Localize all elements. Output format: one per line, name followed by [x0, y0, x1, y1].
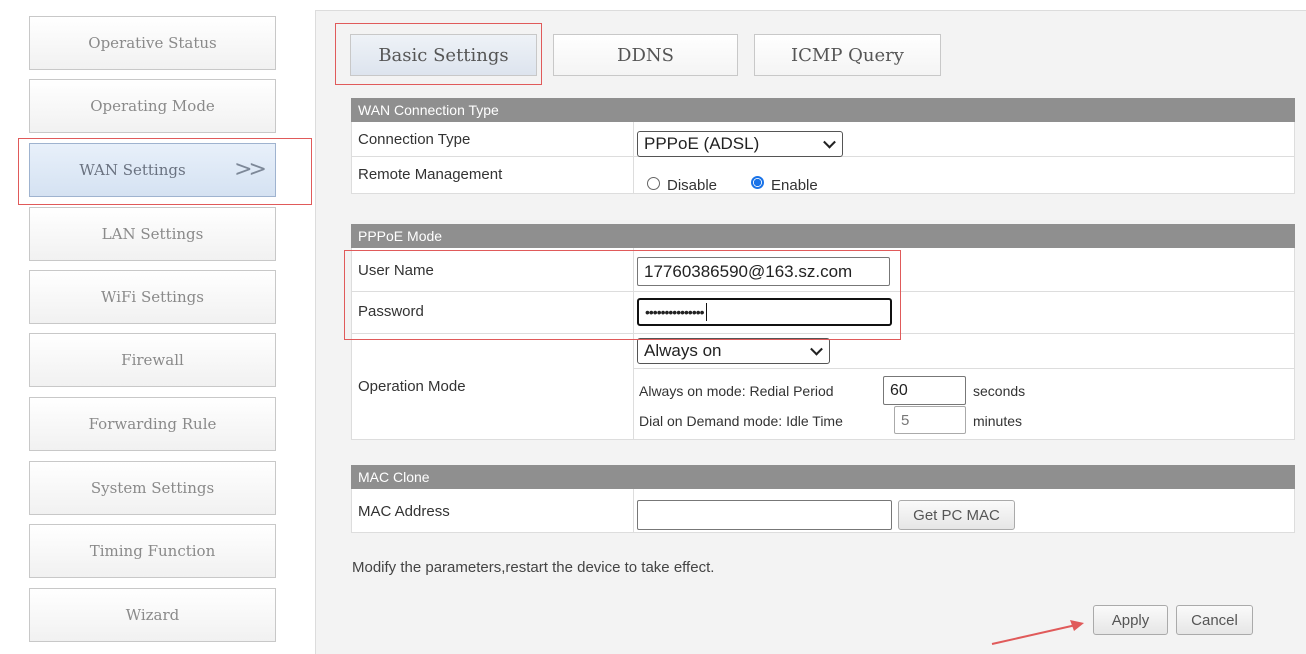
sidebar-item-timing-function[interactable]: Timing Function — [29, 524, 276, 578]
row-divider — [634, 368, 1294, 369]
sidebar-item-forwarding-rule[interactable]: Forwarding Rule — [29, 397, 276, 451]
sidebar-item-lan-settings[interactable]: LAN Settings — [29, 207, 276, 261]
sidebar-item-wifi-settings[interactable]: WiFi Settings — [29, 270, 276, 324]
tab-label: DDNS — [617, 44, 674, 66]
redial-period-label: Always on mode: Redial Period — [639, 383, 834, 399]
annotation-arrow-icon — [991, 620, 1084, 645]
section-header-wan-connection-type: WAN Connection Type — [351, 98, 1295, 122]
user-name-label: User Name — [358, 262, 434, 279]
connection-type-label: Connection Type — [358, 131, 471, 148]
password-value: ••••••••••••••• — [645, 304, 705, 320]
mac-address-input[interactable] — [637, 500, 892, 530]
remote-management-enable-label: Enable — [771, 177, 818, 194]
column-divider — [633, 489, 634, 532]
user-name-input[interactable]: 17760386590@163.sz.com — [637, 257, 890, 286]
sidebar-item-label: Wizard — [125, 606, 180, 624]
redial-period-unit: seconds — [973, 383, 1026, 399]
section-header-pppoe-mode: PPPoE Mode — [351, 224, 1295, 248]
chevron-down-icon — [823, 135, 836, 149]
sidebar-item-label: LAN Settings — [101, 225, 204, 243]
apply-button[interactable]: Apply — [1093, 605, 1168, 635]
idle-time-value: 5 — [901, 411, 910, 429]
double-chevron-right-icon: >> — [234, 157, 267, 182]
password-input[interactable]: ••••••••••••••• — [637, 298, 892, 326]
column-divider — [633, 122, 634, 156]
sidebar-item-label: WAN Settings — [79, 161, 186, 179]
operation-mode-select[interactable]: Always on — [637, 338, 830, 364]
chevron-down-icon — [810, 342, 823, 356]
cancel-button[interactable]: Cancel — [1176, 605, 1253, 635]
redial-period-input[interactable]: 60 — [883, 376, 966, 405]
sidebar-item-system-settings[interactable]: System Settings — [29, 461, 276, 515]
idle-time-label: Dial on Demand mode: Idle Time — [639, 413, 843, 429]
column-divider — [633, 157, 634, 193]
remote-management-disable-radio[interactable] — [647, 177, 660, 190]
idle-time-unit: minutes — [973, 413, 1023, 429]
sidebar-item-label: Timing Function — [89, 542, 216, 560]
text-cursor — [705, 303, 707, 321]
tab-ddns[interactable]: DDNS — [553, 34, 738, 76]
remote-management-disable-label: Disable — [667, 177, 718, 194]
tab-basic-settings[interactable]: Basic Settings — [350, 34, 537, 76]
sidebar-item-operating-mode[interactable]: Operating Mode — [29, 79, 276, 133]
sidebar-item-label: Operating Mode — [90, 97, 215, 115]
operation-mode-value: Always on — [644, 341, 722, 360]
sidebar-item-wizard[interactable]: Wizard — [29, 588, 276, 642]
sidebar-item-wan-settings[interactable]: WAN Settings >> — [29, 143, 276, 197]
sidebar-item-label: Firewall — [121, 351, 184, 369]
operation-mode-label: Operation Mode — [358, 378, 466, 395]
password-label: Password — [358, 303, 424, 320]
column-divider — [633, 292, 634, 333]
tab-icmp-query[interactable]: ICMP Query — [754, 34, 941, 76]
idle-time-input[interactable]: 5 — [894, 406, 966, 434]
tab-label: ICMP Query — [791, 44, 904, 66]
sidebar-item-label: Forwarding Rule — [88, 415, 217, 433]
mac-address-label: MAC Address — [358, 503, 450, 520]
redial-period-value: 60 — [890, 381, 908, 399]
connection-type-select[interactable]: PPPoE (ADSL) — [637, 131, 843, 157]
sidebar-item-label: WiFi Settings — [101, 288, 204, 306]
restart-note: Modify the parameters,restart the device… — [352, 559, 715, 576]
sidebar-item-firewall[interactable]: Firewall — [29, 333, 276, 387]
row-remote-management: Remote Management — [351, 157, 1295, 194]
get-pc-mac-button[interactable]: Get PC MAC — [898, 500, 1015, 530]
section-header-mac-clone: MAC Clone — [351, 465, 1295, 489]
connection-type-value: PPPoE (ADSL) — [644, 134, 760, 153]
column-divider — [633, 248, 634, 291]
user-name-value: 17760386590@163.sz.com — [644, 261, 853, 281]
column-divider — [633, 334, 634, 439]
remote-management-enable-radio[interactable] — [751, 176, 764, 189]
remote-management-label: Remote Management — [358, 166, 503, 183]
sidebar-item-operative-status[interactable]: Operative Status — [29, 16, 276, 70]
tab-label: Basic Settings — [378, 44, 509, 66]
sidebar-item-label: Operative Status — [88, 34, 217, 52]
sidebar-item-label: System Settings — [90, 479, 215, 497]
